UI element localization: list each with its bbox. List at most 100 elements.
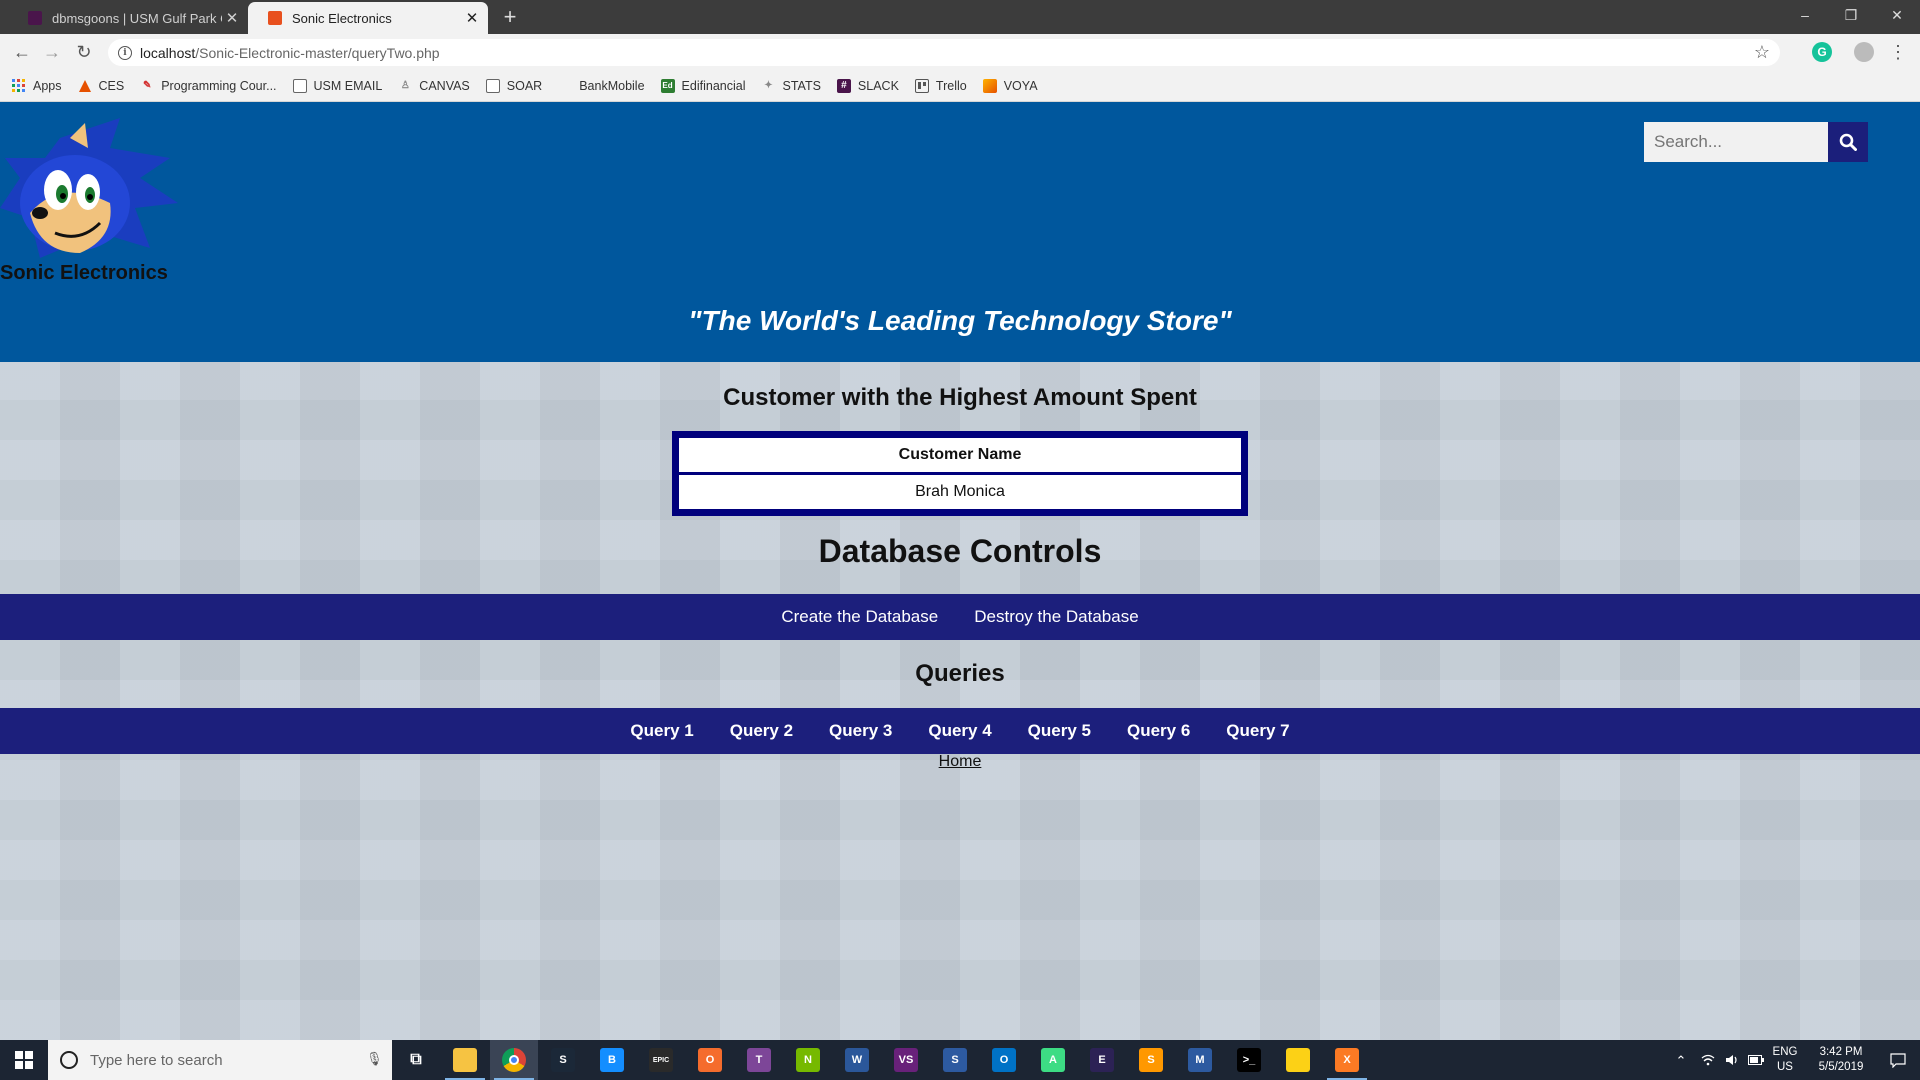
tor-taskbar-button[interactable]: T [735, 1040, 783, 1080]
search-input[interactable] [1644, 122, 1828, 162]
action-center-icon[interactable] [1876, 1040, 1920, 1080]
bookmark-canvas[interactable]: ♙ CANVAS [398, 79, 470, 93]
sublime-icon: S [1139, 1048, 1163, 1072]
brand-name: Sonic Electronics [0, 262, 168, 284]
mysql-workbench-icon: M [1188, 1048, 1212, 1072]
bookmark-edifinancial[interactable]: Ed Edifinancial [660, 78, 745, 93]
android-studio-icon: A [1041, 1048, 1065, 1072]
url-text[interactable]: localhost/Sonic-Electronic-master/queryT… [140, 45, 440, 61]
reload-icon[interactable]: ↻ [72, 40, 96, 64]
profile-avatar-icon[interactable] [1854, 42, 1874, 62]
epic-games-taskbar-button[interactable]: EPIC [637, 1040, 685, 1080]
tab-dbmsgoons[interactable]: dbmsgoons | USM Gulf Park Con ✕ [8, 2, 248, 34]
page-icon [485, 78, 500, 93]
sonic-logo-icon [0, 118, 178, 258]
steam-taskbar-button[interactable]: S [539, 1040, 587, 1080]
xampp-taskbar-button[interactable]: X [1323, 1040, 1371, 1080]
voya-icon [982, 78, 997, 93]
outlook-taskbar-button[interactable]: O [980, 1040, 1028, 1080]
search-button[interactable] [1828, 122, 1868, 162]
site-header: Sonic Electronics "The World's Leading T… [0, 102, 1920, 362]
bookmark-ces[interactable]: CES [78, 79, 124, 93]
bookmark-bankmobile[interactable]: BankMobile [558, 79, 644, 93]
sticky-notes-icon [1286, 1048, 1310, 1072]
battery-icon[interactable] [1744, 1040, 1768, 1080]
query-6-link[interactable]: Query 6 [1127, 721, 1190, 741]
clock-date: 5/5/2019 [1818, 1061, 1864, 1073]
minimize-button[interactable]: – [1782, 0, 1828, 30]
file-explorer-taskbar-button[interactable] [441, 1040, 489, 1080]
tagline: "The World's Leading Technology Store" [688, 305, 1232, 336]
bookmark-soar[interactable]: SOAR [485, 78, 542, 93]
clock[interactable]: 3:42 PM 5/5/2019 [1806, 1040, 1876, 1080]
bookmark-stats[interactable]: ✦ STATS [761, 78, 821, 93]
sublime-taskbar-button[interactable]: S [1127, 1040, 1175, 1080]
url-host: localhost [140, 44, 196, 61]
query-1-link[interactable]: Query 1 [630, 721, 693, 741]
visual-studio-taskbar-button[interactable]: VS [882, 1040, 930, 1080]
query-4-link[interactable]: Query 4 [928, 721, 991, 741]
database-controls-nav: Create the Database Destroy the Database [0, 594, 1920, 640]
chrome-taskbar-button[interactable] [490, 1040, 538, 1080]
language-indicator[interactable]: ENG US [1768, 1040, 1802, 1080]
nvidia-taskbar-button[interactable]: N [784, 1040, 832, 1080]
bookmark-slack[interactable]: # SLACK [836, 78, 899, 93]
stats-icon: ✦ [764, 80, 773, 91]
microphone-icon[interactable]: 🎙 [366, 1051, 383, 1069]
eclipse-taskbar-button[interactable]: E [1078, 1040, 1126, 1080]
windows-logo-icon [15, 1051, 33, 1069]
bookmark-star-icon[interactable]: ☆ [1754, 42, 1770, 63]
create-database-link[interactable]: Create the Database [781, 607, 938, 627]
grammarly-extension-icon[interactable]: G [1812, 42, 1832, 62]
search-icon [1839, 133, 1857, 151]
bookmark-trello[interactable]: Trello [914, 78, 967, 93]
destroy-database-link[interactable]: Destroy the Database [974, 607, 1138, 627]
sql-server-taskbar-button[interactable]: S [931, 1040, 979, 1080]
start-button[interactable] [0, 1040, 48, 1080]
new-tab-button[interactable]: + [498, 4, 522, 29]
battle-net-icon: B [600, 1048, 624, 1072]
taskbar-search-box[interactable]: Type here to search 🎙 [48, 1040, 392, 1080]
bookmark-usm-email[interactable]: USM EMAIL [292, 78, 382, 93]
battle-net-taskbar-button[interactable]: B [588, 1040, 636, 1080]
restore-button[interactable]: ❐ [1828, 0, 1874, 30]
bookmark-label: Programming Cour... [161, 78, 277, 93]
info-icon[interactable]: i [118, 45, 132, 60]
close-icon[interactable]: ✕ [222, 8, 242, 28]
query-3-link[interactable]: Query 3 [829, 721, 892, 741]
xampp-icon: X [1335, 1048, 1359, 1072]
result-table: Customer Name Brah Monica [672, 431, 1248, 516]
origin-taskbar-button[interactable]: O [686, 1040, 734, 1080]
bookmark-voya[interactable]: VOYA [982, 78, 1038, 93]
url-path: /Sonic-Electronic-master/queryTwo.php [195, 44, 440, 61]
forward-icon[interactable]: → [40, 40, 64, 64]
address-bar[interactable]: i localhost/Sonic-Electronic-master/quer… [108, 39, 1780, 66]
back-icon[interactable]: ← [10, 40, 34, 64]
sticky-notes-taskbar-button[interactable] [1274, 1040, 1322, 1080]
network-icon[interactable] [1696, 1040, 1720, 1080]
programming-icon: ✎ [143, 80, 152, 91]
word-taskbar-button[interactable]: W [833, 1040, 881, 1080]
show-hidden-icons-icon[interactable]: ⌃ [1666, 1040, 1696, 1080]
tab-strip: dbmsgoons | USM Gulf Park Con ✕ Sonic El… [0, 0, 1920, 34]
bookmark-label: STATS [782, 78, 821, 93]
result-title: Customer with the Highest Amount Spent [723, 384, 1197, 411]
page-icon [292, 78, 307, 93]
tab-sonic-electronics[interactable]: Sonic Electronics ✕ [248, 2, 488, 34]
home-link[interactable]: Home [0, 753, 1920, 771]
query-2-link[interactable]: Query 2 [730, 721, 793, 741]
terminal-taskbar-button[interactable]: >_ [1225, 1040, 1273, 1080]
task-view-taskbar-button[interactable]: ⧉ [392, 1040, 440, 1080]
mysql-workbench-taskbar-button[interactable]: M [1176, 1040, 1224, 1080]
close-icon[interactable]: ✕ [462, 8, 482, 28]
volume-icon[interactable] [1720, 1040, 1744, 1080]
bankmobile-icon [558, 79, 572, 93]
bookmark-apps[interactable]: Apps [12, 78, 62, 93]
chrome-menu-icon[interactable]: ⋮ [1889, 40, 1907, 64]
android-studio-taskbar-button[interactable]: A [1029, 1040, 1077, 1080]
query-7-link[interactable]: Query 7 [1226, 721, 1289, 741]
query-5-link[interactable]: Query 5 [1028, 721, 1091, 741]
close-window-button[interactable]: ✕ [1874, 0, 1920, 30]
bookmark-programming[interactable]: ✎ Programming Cour... [140, 78, 277, 93]
ces-icon [78, 79, 92, 93]
